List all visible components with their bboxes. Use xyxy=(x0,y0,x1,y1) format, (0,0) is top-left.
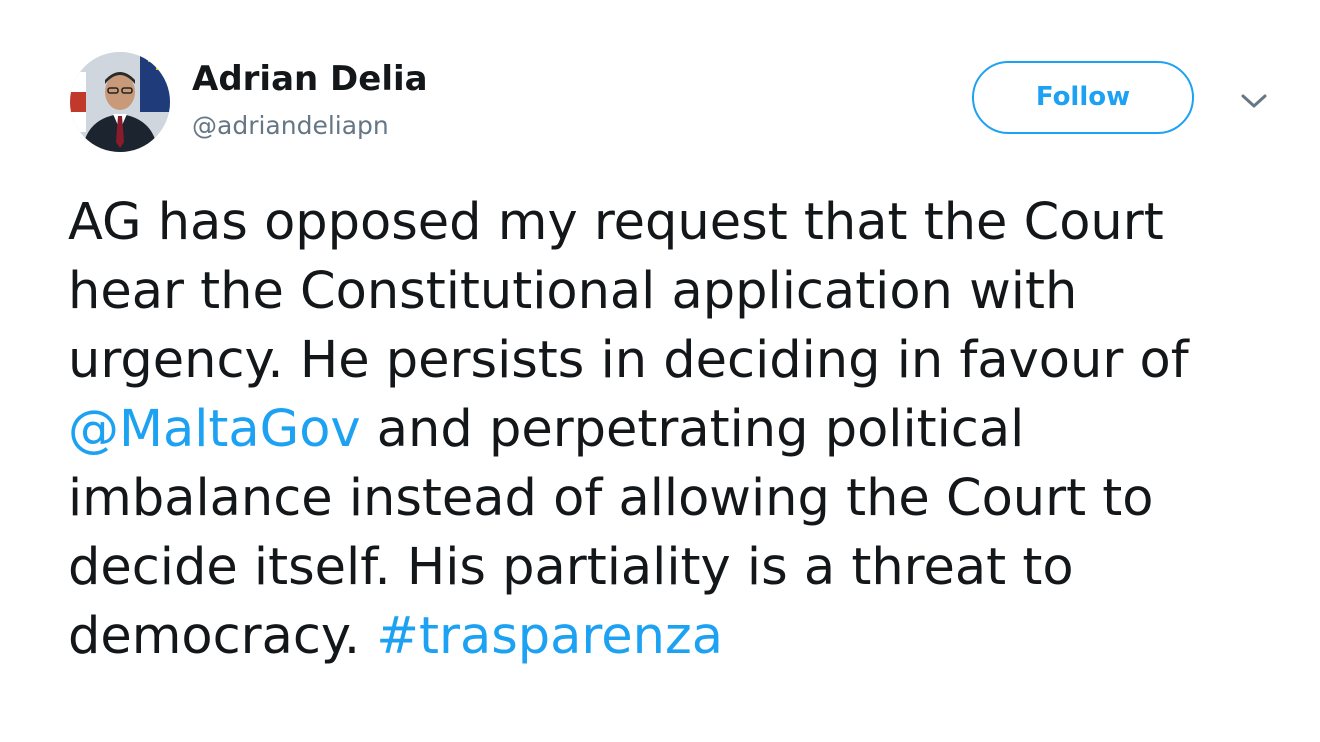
avatar[interactable] xyxy=(70,52,170,152)
tweet-text-segment: decide itself. His partiality is a threa… xyxy=(68,538,1074,597)
more-options-button[interactable] xyxy=(1236,86,1272,116)
tweet-text-line: democracy. #trasparenza xyxy=(68,602,1298,671)
tweet-text-line: decide itself. His partiality is a threa… xyxy=(68,533,1298,602)
tweet-text-line: hear the Constitutional application with xyxy=(68,257,1298,326)
tweet-text: AG has opposed my request that the Court… xyxy=(68,188,1298,671)
hashtag-link[interactable]: #trasparenza xyxy=(376,607,723,666)
chevron-down-icon xyxy=(1241,94,1267,108)
tweet-text-segment: imbalance instead of allowing the Court … xyxy=(68,469,1154,528)
mention-link[interactable]: @MaltaGov xyxy=(68,400,361,459)
tweet-text-segment: urgency. He persists in deciding in favo… xyxy=(68,331,1189,390)
tweet-text-segment: democracy. xyxy=(68,607,377,666)
tweet-text-segment: and perpetrating political xyxy=(360,400,1025,459)
tweet-text-line: AG has opposed my request that the Court xyxy=(68,188,1298,257)
tweet-text-line: @MaltaGov and perpetrating political xyxy=(68,395,1298,464)
tweet-text-segment: AG has opposed my request that the Court xyxy=(68,193,1164,252)
tweet-text-line: urgency. He persists in deciding in favo… xyxy=(68,326,1298,395)
author-handle[interactable]: @adriandeliapn xyxy=(192,110,389,142)
tweet-card: Adrian Delia @adriandeliapn Follow AG ha… xyxy=(0,0,1320,742)
author-name[interactable]: Adrian Delia xyxy=(192,58,428,100)
tweet-text-segment: hear the Constitutional application with xyxy=(68,262,1078,321)
follow-button[interactable]: Follow xyxy=(972,61,1194,134)
tweet-text-line: imbalance instead of allowing the Court … xyxy=(68,464,1298,533)
avatar-image xyxy=(70,52,170,152)
